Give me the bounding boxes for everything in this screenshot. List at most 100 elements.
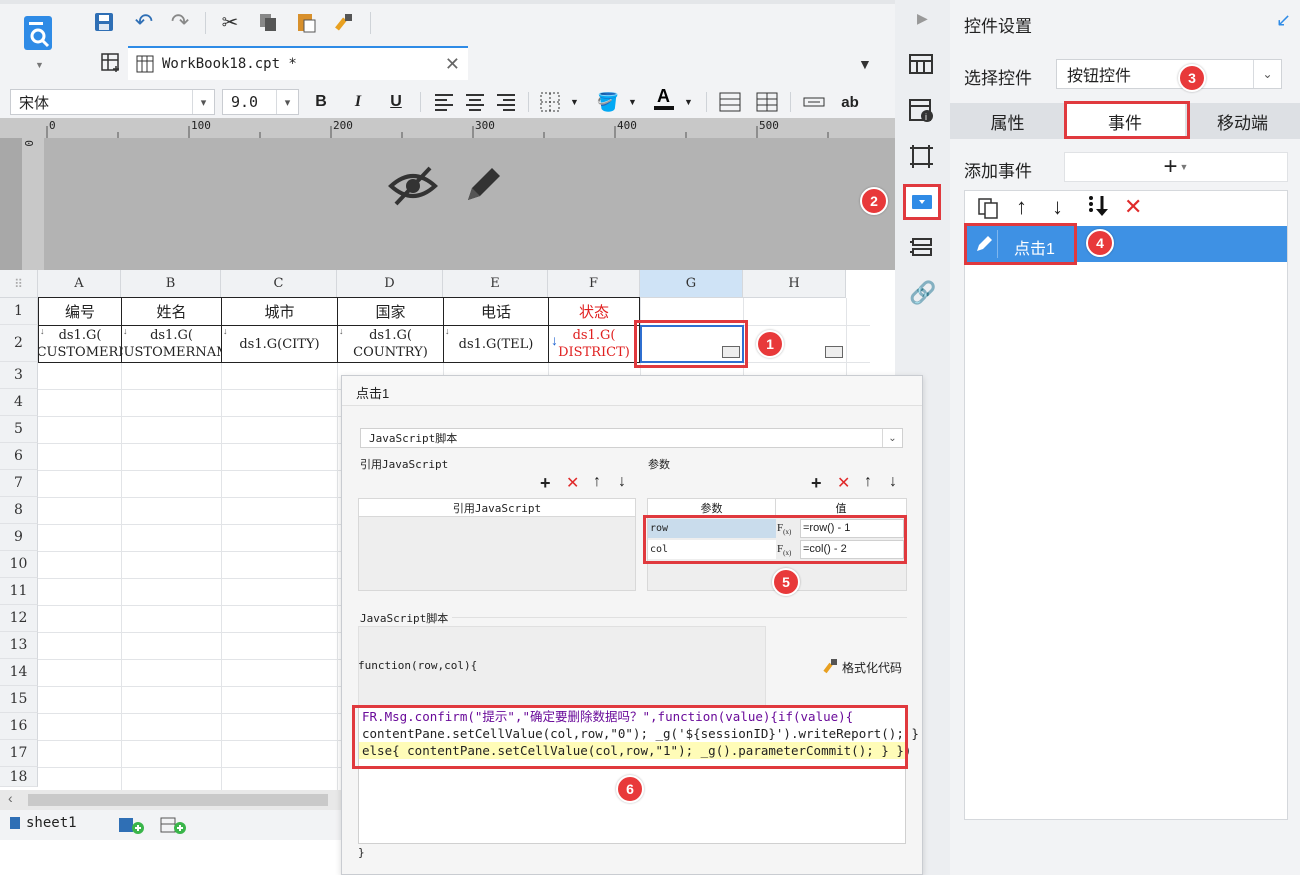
cell-c1[interactable]: 城市 — [221, 297, 338, 326]
move-down-icon[interactable]: ↓ — [1052, 194, 1063, 220]
condition-attribute-icon[interactable] — [909, 236, 935, 263]
cell-a1[interactable]: 编号 — [38, 297, 122, 326]
row-header[interactable]: 6 — [0, 443, 38, 470]
cell-d2[interactable]: ds1.G( COUNTRY) — [337, 325, 444, 363]
row-header[interactable]: 17 — [0, 740, 38, 767]
redo-icon[interactable]: ↷ — [168, 9, 192, 34]
wrap-text-icon[interactable] — [802, 90, 826, 114]
widget-type-select[interactable]: 按钮控件 ⌄ — [1056, 59, 1282, 89]
param-up-icon[interactable]: ↑ — [864, 473, 872, 491]
border-dropdown-icon[interactable]: ▼ — [570, 97, 579, 107]
column-header-f[interactable]: F — [548, 270, 640, 298]
copy-icon[interactable] — [256, 10, 280, 34]
widget-settings-icon[interactable] — [903, 184, 941, 220]
fill-dropdown-icon[interactable]: ▼ — [628, 97, 637, 107]
align-center-icon[interactable] — [463, 90, 487, 114]
cut-icon[interactable]: ✂ — [218, 10, 242, 34]
column-header-g[interactable]: G — [640, 270, 743, 298]
font-color-icon[interactable]: A — [652, 86, 676, 110]
scroll-thumb[interactable] — [28, 794, 328, 806]
row-header[interactable]: 15 — [0, 686, 38, 713]
cell-b1[interactable]: 姓名 — [121, 297, 222, 326]
workbook-tab[interactable]: WorkBook18.cpt * ✕ — [128, 46, 468, 80]
float-element-icon[interactable] — [909, 144, 935, 173]
tab-properties[interactable]: 属性 — [950, 103, 1065, 139]
cell-e2[interactable]: ds1.G(TEL) — [443, 325, 549, 363]
align-left-icon[interactable] — [432, 90, 456, 114]
row-header[interactable]: 18 — [0, 767, 38, 787]
tab-menu-icon[interactable]: ▼ — [858, 56, 872, 72]
ref-js-add-icon[interactable]: + — [540, 473, 551, 494]
text-ab-button[interactable]: ab — [838, 90, 862, 114]
cell-a2[interactable]: ds1.G( CUSTOMERI — [38, 325, 122, 363]
row-header[interactable]: 13 — [0, 632, 38, 659]
row-header[interactable]: 11 — [0, 578, 38, 605]
split-cells-icon[interactable] — [755, 90, 779, 114]
row-header[interactable]: 16 — [0, 713, 38, 740]
add-event-button[interactable]: + ▼ — [1064, 152, 1288, 182]
hyperlink-icon[interactable]: 🔗 — [909, 280, 936, 306]
horizontal-scrollbar[interactable]: ‹ — [0, 790, 341, 810]
italic-button[interactable]: I — [346, 90, 370, 114]
app-logo[interactable] — [22, 14, 56, 54]
column-header-c[interactable]: C — [221, 270, 337, 298]
underline-button[interactable]: U — [384, 90, 408, 114]
cell-d1[interactable]: 国家 — [337, 297, 444, 326]
panel-collapse-icon[interactable]: ↙ — [1276, 10, 1291, 31]
font-size-select[interactable]: 9.0 ▾ — [222, 89, 299, 115]
cell-b2[interactable]: ds1.G( CUSTOMERNAM — [121, 325, 222, 363]
align-right-icon[interactable] — [494, 90, 518, 114]
column-header-e[interactable]: E — [443, 270, 548, 298]
ref-js-delete-icon[interactable]: ✕ — [566, 473, 579, 493]
row-header[interactable]: 2 — [0, 325, 38, 362]
column-header-b[interactable]: B — [121, 270, 221, 298]
column-header-h[interactable]: H — [743, 270, 846, 298]
column-header-d[interactable]: D — [337, 270, 443, 298]
script-type-select[interactable]: JavaScript脚本 ⌄ — [360, 428, 903, 448]
row-header[interactable]: 10 — [0, 551, 38, 578]
cell-e1[interactable]: 电话 — [443, 297, 549, 326]
undo-icon[interactable]: ↶ — [132, 9, 156, 34]
row-header[interactable]: 8 — [0, 497, 38, 524]
delete-event-icon[interactable]: ✕ — [1124, 194, 1142, 220]
merge-cells-icon[interactable] — [718, 90, 742, 114]
collapse-arrow-icon[interactable]: ▶ — [917, 10, 928, 27]
param-down-icon[interactable]: ↓ — [889, 473, 897, 491]
add-sheet-icon[interactable] — [118, 816, 146, 834]
font-color-dropdown-icon[interactable]: ▼ — [684, 97, 693, 107]
fill-color-icon[interactable]: 🪣 — [596, 90, 620, 114]
font-family-select[interactable]: 宋体 ▾ — [10, 89, 215, 115]
param-delete-icon[interactable]: ✕ — [837, 473, 850, 493]
row-header[interactable]: 9 — [0, 524, 38, 551]
row-header[interactable]: 12 — [0, 605, 38, 632]
move-up-icon[interactable]: ↑ — [1016, 194, 1027, 220]
column-header-a[interactable]: A — [38, 270, 121, 298]
bold-button[interactable]: B — [309, 90, 333, 114]
row-header[interactable]: 14 — [0, 659, 38, 686]
row-header[interactable]: 5 — [0, 416, 38, 443]
save-icon[interactable] — [92, 10, 116, 34]
row-header[interactable]: 7 — [0, 470, 38, 497]
row-header[interactable]: 3 — [0, 362, 38, 389]
row-header[interactable]: 4 — [0, 389, 38, 416]
sheet-insert-icon[interactable] — [100, 52, 122, 74]
cell-attribute-icon[interactable]: i — [909, 98, 935, 127]
border-icon[interactable] — [538, 90, 562, 114]
edit-pencil-icon[interactable] — [462, 162, 506, 206]
format-painter-icon[interactable] — [332, 10, 356, 34]
ref-js-up-icon[interactable]: ↑ — [593, 473, 601, 491]
cell-c2[interactable]: ds1.G(CITY) — [221, 325, 338, 363]
row-header[interactable]: 1 — [0, 298, 38, 325]
sheet-tab[interactable]: sheet1 — [10, 815, 77, 831]
ref-js-down-icon[interactable]: ↓ — [618, 473, 626, 491]
cell-f1[interactable]: 状态 — [548, 297, 640, 326]
paste-icon[interactable] — [294, 10, 318, 34]
logo-dropdown-icon[interactable]: ▼ — [35, 60, 44, 70]
add-dashboard-icon[interactable] — [160, 816, 188, 834]
move-bottom-icon[interactable] — [1086, 194, 1112, 223]
format-code-button[interactable]: 格式化代码 — [822, 658, 902, 677]
select-all-corner[interactable]: ⠿ — [0, 270, 38, 298]
scroll-left-icon[interactable]: ‹ — [8, 790, 13, 806]
copy-event-icon[interactable] — [976, 196, 1000, 223]
tab-mobile[interactable]: 移动端 — [1185, 103, 1300, 139]
